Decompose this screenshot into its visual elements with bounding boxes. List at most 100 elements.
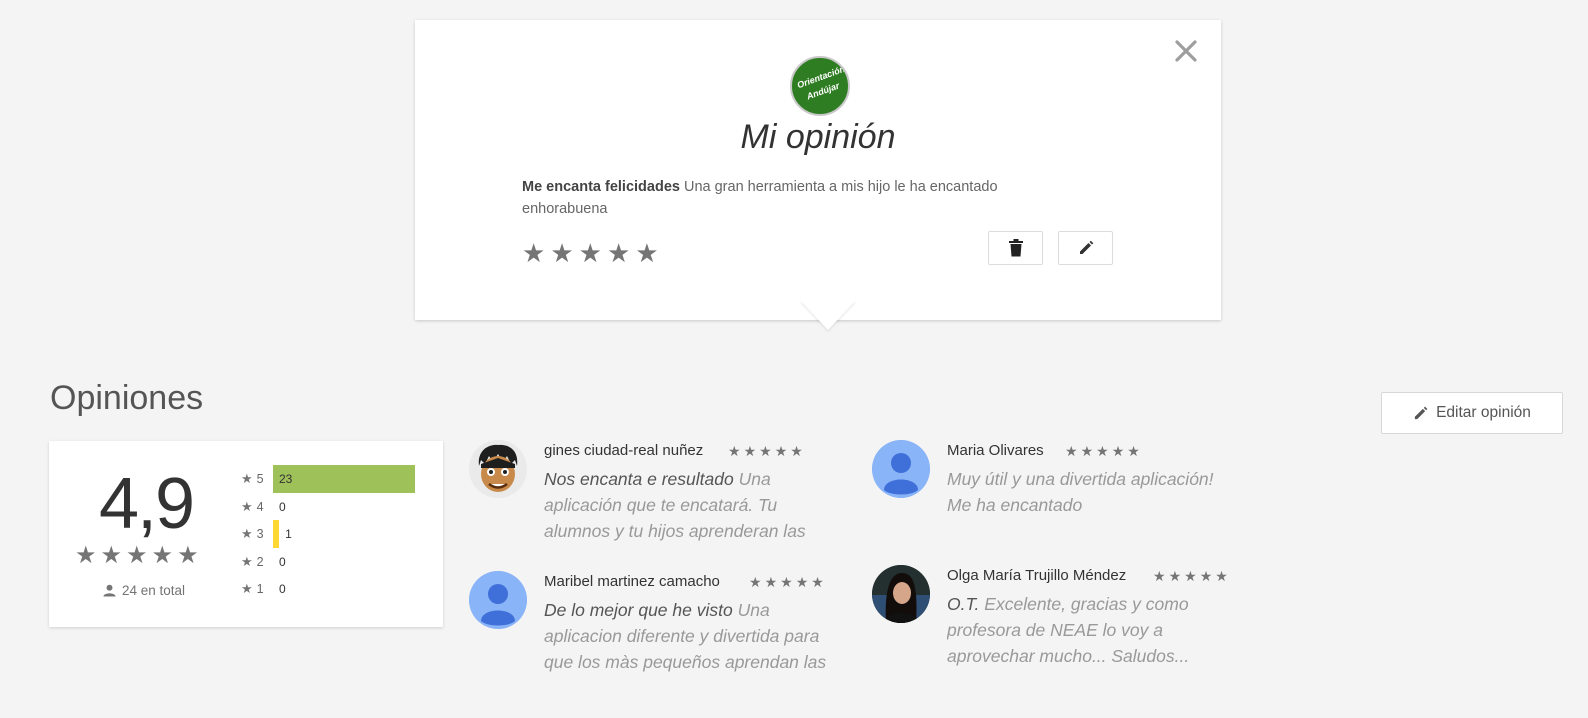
review-text: O.T. Excelente, gracias y como profesora… (947, 591, 1237, 669)
total-ratings-text: 24 en total (122, 583, 186, 598)
edit-review-button[interactable] (1058, 231, 1113, 265)
close-icon[interactable] (1171, 34, 1201, 68)
star-icon: ★ (780, 574, 796, 590)
review-title: De lo mejor que he visto (544, 600, 733, 620)
star-icon: ★ (774, 443, 791, 459)
app-logo: Orientación Andújar (790, 56, 850, 116)
pencil-icon (1079, 240, 1093, 254)
star-icon: ★ (100, 542, 127, 569)
average-rating: 4,9 (98, 464, 195, 544)
review-stars: ★★★★★ (749, 574, 827, 591)
star-icon: ★ (749, 574, 765, 590)
star-icon: ★ (1184, 568, 1200, 584)
my-review-text: Me encanta felicidades Una gran herramie… (522, 176, 1082, 220)
trash-icon (1008, 239, 1023, 257)
star-icon: ★ (790, 443, 806, 459)
my-rating-stars[interactable]: ★★★★★ (522, 238, 664, 269)
delete-review-button[interactable] (988, 231, 1043, 265)
review-text: Muy útil y una divertida aplicación! Me … (947, 466, 1237, 544)
star-icon: ★ (241, 471, 253, 486)
review-title: Nos encanta e resultado (544, 469, 734, 489)
my-review-title: Me encanta felicidades (522, 179, 680, 195)
histogram-bar (273, 520, 280, 548)
star-icon: ★ (1127, 443, 1143, 459)
star-icon: ★ (743, 443, 760, 459)
star-icon: ★ (151, 542, 178, 569)
default-user-icon (469, 571, 527, 629)
histogram-label: ★ 5 (241, 471, 273, 487)
star-icon: ★ (1168, 568, 1185, 584)
histogram-row: ★ 4 0 (241, 493, 286, 521)
avatar[interactable] (872, 565, 930, 623)
avatar[interactable] (469, 440, 527, 498)
edit-opinion-button[interactable]: Editar opinión (1381, 392, 1563, 434)
review-stars: ★★★★★ (1065, 443, 1143, 460)
default-user-icon (872, 440, 930, 498)
star-icon: ★ (764, 574, 781, 590)
star-icon: ★ (1215, 568, 1231, 584)
cartoon-avatar-icon (469, 440, 527, 498)
popup-pointer (800, 300, 856, 330)
star-icon: ★ (241, 498, 253, 514)
reviewer-name[interactable]: Maribel martinez camacho (544, 573, 720, 590)
average-rating-stars: ★★★★★ (75, 541, 203, 570)
histogram-count: 0 (279, 582, 286, 596)
star-icon: ★ (1199, 568, 1216, 584)
reviewer-name[interactable]: Olga María Trujillo Méndez (947, 567, 1126, 584)
review-body: Excelente, gracias y como profesora de N… (947, 594, 1190, 666)
star-icon[interactable]: ★ (579, 238, 607, 269)
review-text: Nos encanta e resultado Una aplicación q… (544, 466, 834, 544)
star-icon: ★ (811, 574, 827, 590)
opinions-heading: Opiniones (50, 379, 204, 417)
photo-avatar-icon (872, 565, 930, 623)
histogram-star-count: 4 (256, 499, 264, 514)
histogram-star-count: 3 (256, 527, 264, 541)
histogram-count: 23 (279, 472, 293, 486)
total-ratings: 24 en total (103, 583, 185, 598)
review-stars: ★★★★★ (728, 443, 806, 460)
star-icon: ★ (75, 542, 101, 569)
histogram-row: ★ 2 0 (241, 548, 286, 576)
histogram-label: ★ 4 (241, 499, 273, 515)
star-icon: ★ (241, 581, 253, 596)
popup-title: Mi opinión (740, 118, 896, 156)
histogram-label: ★ 2 (241, 554, 273, 570)
star-icon[interactable]: ★ (550, 238, 578, 269)
review-body: Muy útil y una divertida aplicación! Me … (947, 469, 1214, 515)
star-icon[interactable]: ★ (607, 238, 635, 269)
histogram-label: ★ 1 (241, 581, 273, 597)
edit-opinion-label: Editar opinión (1436, 404, 1531, 421)
star-icon: ★ (1111, 443, 1128, 459)
review-stars: ★★★★★ (1153, 568, 1231, 585)
star-icon: ★ (795, 574, 812, 590)
histogram-count: 0 (279, 554, 286, 569)
review-title: O.T. (947, 594, 980, 614)
histogram-star-count: 5 (256, 472, 264, 486)
reviewer-name[interactable]: gines ciudad-real nuñez (544, 442, 703, 459)
histogram-label: ★ 3 (241, 526, 273, 542)
star-icon: ★ (1080, 443, 1097, 459)
histogram-row: ★ 3 1 (241, 520, 292, 548)
histogram-star-count: 1 (256, 582, 264, 596)
rating-summary-card: 4,9 ★★★★★ 24 en total ★ 5 23 ★ 4 0 ★ 3 1 ★ 2 0 ★ 1 0 (49, 441, 443, 627)
histogram-star-count: 2 (256, 554, 264, 569)
pencil-icon (1414, 406, 1428, 419)
review-text: De lo mejor que he visto Una aplicacion … (544, 597, 834, 675)
person-icon (103, 584, 116, 597)
reviewer-name[interactable]: Maria Olivares (947, 442, 1044, 459)
star-icon: ★ (759, 443, 775, 459)
star-icon[interactable]: ★ (522, 238, 550, 269)
histogram-bar: 23 (273, 465, 415, 493)
star-icon: ★ (177, 542, 203, 569)
star-icon: ★ (1096, 443, 1112, 459)
star-icon[interactable]: ★ (635, 238, 663, 269)
star-icon: ★ (241, 553, 253, 569)
histogram-count: 0 (279, 499, 286, 514)
histogram-row: ★ 1 0 (241, 575, 286, 603)
my-review-popup: Orientación Andújar Mi opinión Me encant… (415, 20, 1221, 320)
avatar[interactable] (872, 440, 930, 498)
star-icon: ★ (241, 526, 253, 541)
star-icon: ★ (1065, 443, 1081, 459)
avatar[interactable] (469, 571, 527, 629)
histogram-row: ★ 5 23 (241, 465, 415, 493)
